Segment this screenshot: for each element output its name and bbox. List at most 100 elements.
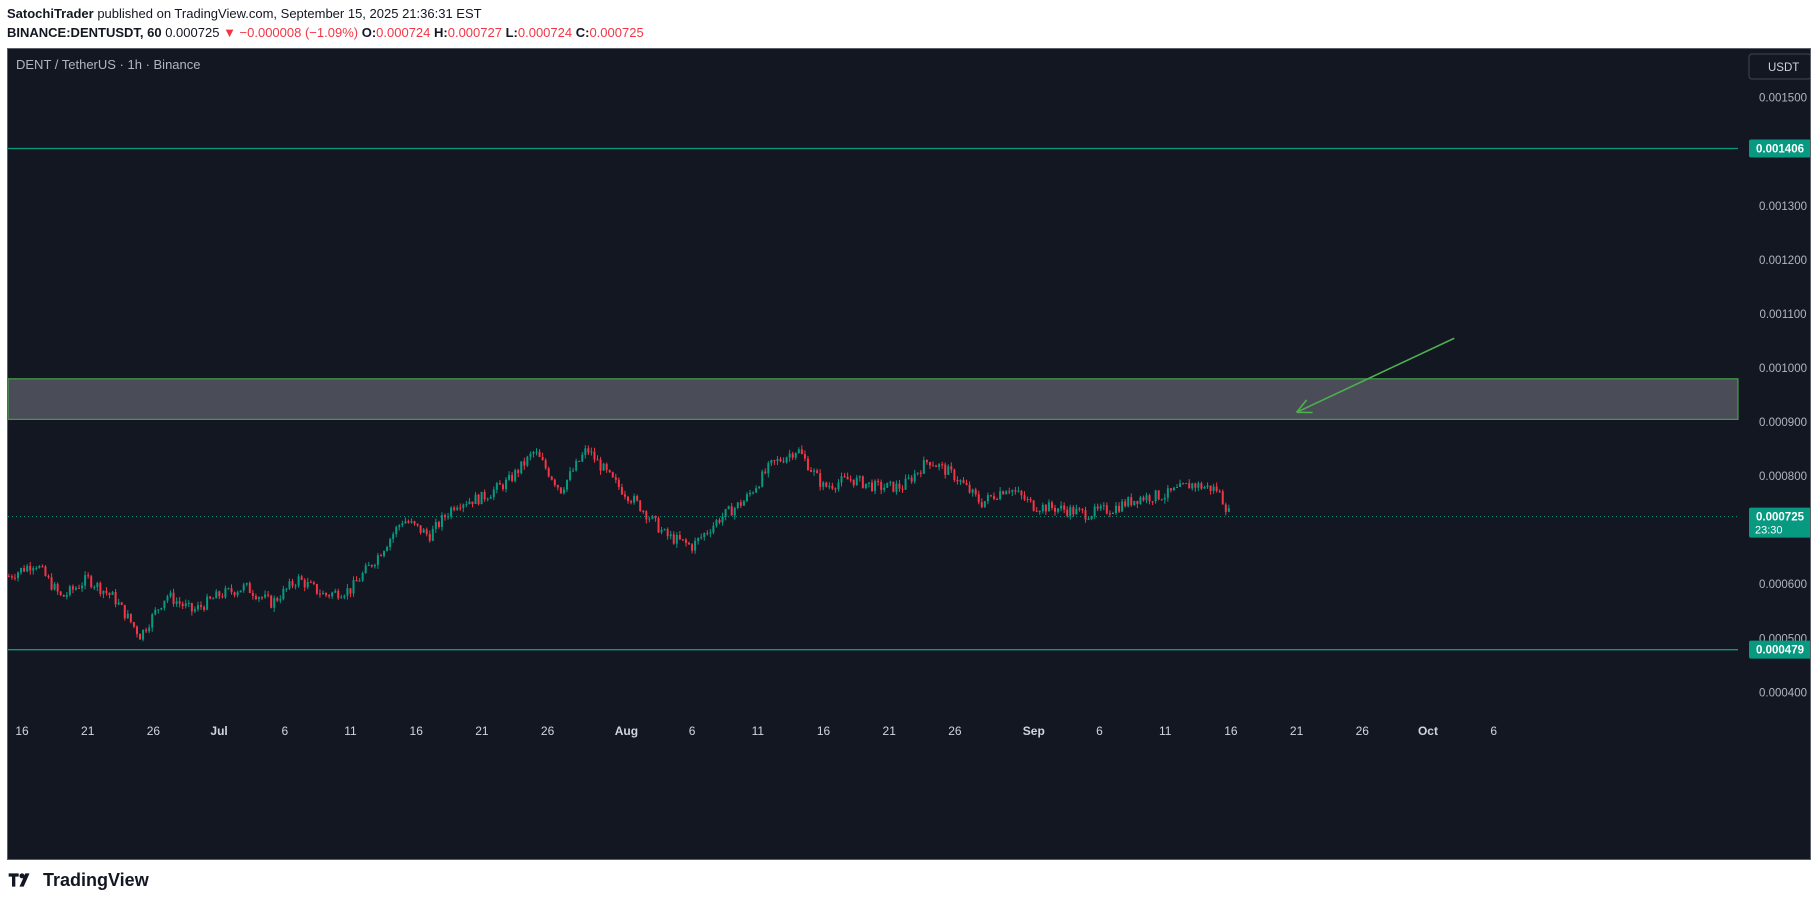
candle-body xyxy=(267,594,270,596)
candle-body xyxy=(916,472,919,474)
candle-body xyxy=(1188,483,1191,489)
candle-body xyxy=(1118,505,1121,512)
candle-body xyxy=(193,609,196,612)
candle-body xyxy=(312,582,315,585)
candle-body xyxy=(871,482,874,492)
candle-body xyxy=(29,566,32,571)
y-tick-label: 0.000800 xyxy=(1759,471,1807,483)
x-tick-label: Oct xyxy=(1418,724,1438,738)
chart-frame[interactable]: DENT / TetherUS · 1h · Binance USDT 0.0015… xyxy=(7,48,1811,860)
candle-body xyxy=(843,476,846,478)
candle-body xyxy=(614,477,617,480)
candle-body xyxy=(26,566,29,572)
x-tick-label: 6 xyxy=(281,724,288,738)
x-tick-label: 6 xyxy=(1490,724,1497,738)
candle-body xyxy=(514,470,517,481)
author-name[interactable]: SatochiTrader xyxy=(7,6,94,21)
candle-body xyxy=(422,529,425,533)
candle-body xyxy=(1008,491,1011,493)
candle-body xyxy=(410,521,413,523)
price-chart[interactable]: DENT / TetherUS · 1h · Binance USDT 0.0015… xyxy=(8,49,1810,859)
candle-body xyxy=(752,492,755,494)
candle-body xyxy=(151,614,154,628)
candle-body xyxy=(471,501,474,505)
candle-body xyxy=(950,466,953,470)
candle-body xyxy=(111,592,114,595)
candle-body xyxy=(1203,487,1206,489)
candle-body xyxy=(38,566,41,568)
candle-body xyxy=(996,499,999,501)
x-tick-label: Aug xyxy=(615,724,638,738)
candle-body xyxy=(718,519,721,523)
last-price: 0.000725 xyxy=(165,25,220,40)
candle-body xyxy=(852,479,855,486)
candle-body xyxy=(1054,507,1057,512)
candle-body xyxy=(645,511,648,520)
candle-body xyxy=(148,627,151,632)
candle-body xyxy=(590,451,593,453)
symbol-info-line: BINANCE:DENTUSDT, 60 0.000725 ▼ −0.00000… xyxy=(7,24,644,42)
candle-body xyxy=(437,521,440,527)
candle-body xyxy=(761,471,764,487)
candle-body xyxy=(825,482,828,487)
candle-body xyxy=(413,521,416,524)
candle-body xyxy=(1093,506,1096,517)
candle-body xyxy=(1136,500,1139,504)
candle-body xyxy=(581,454,584,462)
candle-body xyxy=(806,458,809,471)
candle-body xyxy=(511,474,514,481)
candle-body xyxy=(309,581,312,583)
candle-body xyxy=(1212,486,1215,491)
candle-body xyxy=(1081,508,1084,511)
candle-body xyxy=(715,519,718,526)
candle-body xyxy=(373,564,376,567)
last-price-label: 0.000725 xyxy=(1756,512,1805,524)
candle-body xyxy=(251,592,254,596)
candle-body xyxy=(340,597,343,599)
candle-body xyxy=(230,588,233,593)
candle-body xyxy=(1078,508,1081,510)
candle-body xyxy=(703,533,706,538)
candle-body xyxy=(123,604,126,619)
candle-body xyxy=(739,502,742,506)
candle-body xyxy=(928,462,931,466)
candle-body xyxy=(935,465,938,467)
candle-body xyxy=(1218,491,1221,493)
candle-body xyxy=(648,518,651,520)
candle-body xyxy=(245,583,248,585)
candle-body xyxy=(1041,504,1044,512)
candle-body xyxy=(895,483,898,492)
candle-body xyxy=(1227,508,1230,512)
y-tick-label: 0.001200 xyxy=(1759,255,1807,267)
bar-countdown: 23:30 xyxy=(1755,525,1783,537)
candle-body xyxy=(498,483,501,485)
low-label: L: xyxy=(505,25,518,40)
candle-body xyxy=(974,489,977,495)
candle-body xyxy=(788,453,791,458)
candle-body xyxy=(880,482,883,490)
candle-body xyxy=(65,594,68,597)
candle-body xyxy=(782,461,785,463)
candle-body xyxy=(965,483,968,485)
candle-body xyxy=(160,608,163,610)
y-tick-label: 0.001000 xyxy=(1759,363,1807,375)
candle-body xyxy=(32,568,35,571)
candle-body xyxy=(630,501,633,503)
candle-body xyxy=(349,588,352,594)
candle-body xyxy=(264,594,267,598)
candle-body xyxy=(346,588,349,596)
candle-body xyxy=(395,527,398,535)
x-tick-label: 11 xyxy=(752,724,765,738)
candle-body xyxy=(233,592,236,596)
candle-body xyxy=(157,609,160,611)
candle-body xyxy=(105,590,108,593)
candle-body xyxy=(236,592,239,596)
candle-body xyxy=(425,529,428,534)
candle-body xyxy=(50,577,53,590)
candle-body xyxy=(989,495,992,497)
candle-body xyxy=(114,592,117,605)
candle-body xyxy=(904,478,907,490)
candle-body xyxy=(886,482,889,488)
candle-body xyxy=(1148,495,1151,502)
candle-body xyxy=(846,476,849,480)
